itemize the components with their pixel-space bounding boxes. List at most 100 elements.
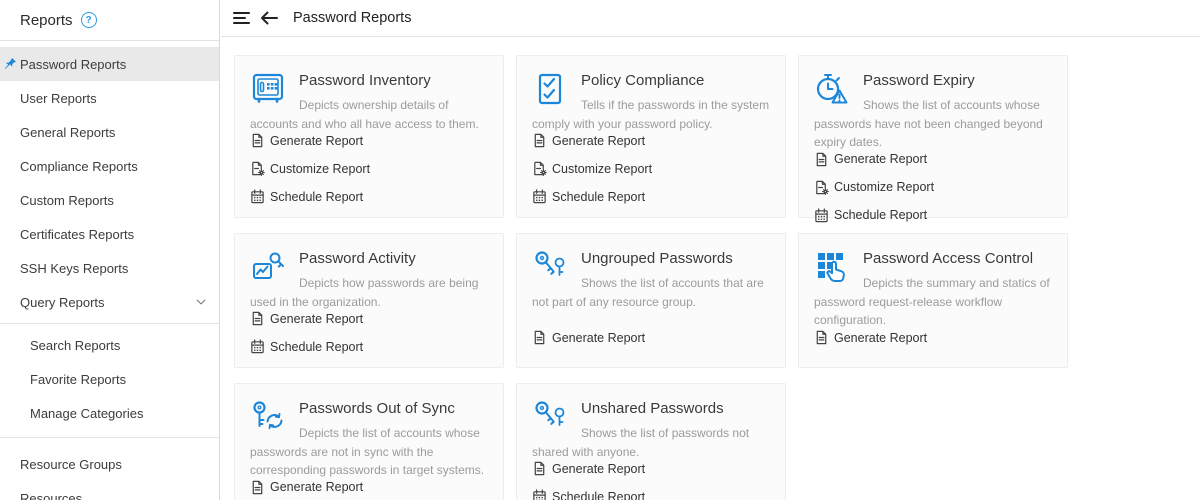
customize-report-icon: [814, 180, 829, 195]
pin-icon: [4, 57, 17, 73]
report-card: Password Access Control Depicts the summ…: [798, 233, 1068, 368]
sidebar-item-label: SSH Keys Reports: [20, 260, 129, 276]
page-title: Password Reports: [293, 10, 412, 26]
sidebar-item-password-reports[interactable]: Password Reports: [0, 47, 219, 81]
generate-report-icon: [532, 461, 547, 476]
sidebar-divider: [0, 323, 219, 324]
card-actions: Generate Report Customize Report Schedul…: [814, 152, 1052, 223]
reports-page: Reports ? Password Reports User Reports …: [0, 0, 1200, 500]
sidebar-item-custom-reports[interactable]: Custom Reports: [0, 183, 219, 217]
sidebar-item-search-reports[interactable]: Search Reports: [0, 328, 219, 362]
action-label: Schedule Report: [552, 189, 646, 204]
generate-report-link[interactable]: Generate Report: [814, 330, 927, 345]
sidebar-nav: Password Reports User Reports General Re…: [0, 41, 219, 500]
sidebar-item-label: Resource Groups: [20, 456, 122, 472]
generate-report-link[interactable]: Generate Report: [250, 311, 363, 326]
generate-report-link[interactable]: Generate Report: [250, 480, 363, 495]
sidebar-item-general-reports[interactable]: General Reports: [0, 115, 219, 149]
action-label: Generate Report: [552, 461, 646, 476]
reports-sidebar: Reports ? Password Reports User Reports …: [0, 0, 220, 500]
report-card: Ungrouped Passwords Shows the list of ac…: [516, 233, 786, 368]
generate-report-icon: [814, 152, 829, 167]
sidebar-item-certificates-reports[interactable]: Certificates Reports: [0, 217, 219, 251]
schedule-report-link[interactable]: Schedule Report: [532, 489, 645, 500]
schedule-report-icon: [532, 189, 547, 204]
customize-report-link[interactable]: Customize Report: [532, 161, 652, 177]
generate-report-icon: [250, 480, 265, 495]
card-actions: Generate Report: [532, 330, 770, 345]
generate-report-link[interactable]: Generate Report: [532, 133, 645, 148]
sidebar-item-label: Resources: [20, 490, 83, 500]
generate-report-link[interactable]: Generate Report: [250, 133, 363, 148]
sidebar-item-favorite-reports[interactable]: Favorite Reports: [0, 362, 219, 396]
help-circle-icon[interactable]: ?: [80, 12, 97, 28]
sidebar-item-label: General Reports: [20, 124, 116, 140]
sidebar-item-manage-categories[interactable]: Manage Categories: [0, 396, 219, 430]
action-label: Generate Report: [270, 480, 364, 495]
schedule-report-link[interactable]: Schedule Report: [814, 208, 927, 223]
action-label: Generate Report: [552, 133, 646, 148]
menu-icon[interactable]: [233, 12, 250, 24]
main-panel: Password Reports Password Inventory Depi…: [221, 0, 1200, 500]
action-label: Generate Report: [834, 152, 928, 167]
sidebar-header: Reports ?: [0, 0, 219, 41]
activity-key-icon: [250, 249, 286, 285]
sidebar-item-label: Certificates Reports: [20, 226, 135, 242]
sidebar-item-compliance-reports[interactable]: Compliance Reports: [0, 149, 219, 183]
card-text: Passwords Out of Sync Depicts the list o…: [250, 398, 488, 480]
action-label: Customize Report: [270, 161, 371, 176]
card-actions: Generate Report Customize Report Schedul…: [250, 133, 488, 204]
action-label: Schedule Report: [270, 339, 364, 354]
schedule-report-link[interactable]: Schedule Report: [250, 189, 363, 204]
report-card: Password Activity Depicts how passwords …: [234, 233, 504, 368]
generate-report-icon: [532, 330, 547, 345]
sidebar-item-label: Favorite Reports: [30, 371, 127, 387]
schedule-report-link[interactable]: Schedule Report: [250, 339, 363, 354]
sidebar-item-user-reports[interactable]: User Reports: [0, 81, 219, 115]
customize-report-link[interactable]: Customize Report: [814, 180, 934, 195]
safe-icon: [250, 71, 286, 107]
action-label: Generate Report: [270, 133, 364, 148]
schedule-report-icon: [250, 339, 265, 354]
sidebar-item-ssh-keys-reports[interactable]: SSH Keys Reports: [0, 251, 219, 285]
customize-report-icon: [532, 161, 547, 177]
generate-report-link[interactable]: Generate Report: [532, 461, 645, 476]
generate-report-link[interactable]: Generate Report: [814, 152, 927, 167]
generate-report-icon: [250, 133, 265, 148]
sidebar-item-label: Compliance Reports: [20, 158, 138, 174]
main-header: Password Reports: [221, 0, 1200, 37]
sidebar-item-label: Manage Categories: [30, 405, 144, 421]
card-actions: Generate Report Customize Report Schedul…: [532, 133, 770, 204]
sidebar-title: Reports: [20, 11, 73, 29]
card-text: Policy Compliance Tells if the passwords…: [532, 70, 770, 133]
report-card: Password Expiry Shows the list of accoun…: [798, 55, 1068, 222]
card-text: Password Inventory Depicts ownership det…: [250, 70, 488, 133]
action-label: Schedule Report: [834, 208, 928, 223]
customize-report-link[interactable]: Customize Report: [250, 161, 371, 177]
sidebar-item-label: Search Reports: [30, 337, 121, 353]
action-label: Schedule Report: [270, 189, 364, 204]
action-label: Generate Report: [834, 330, 928, 345]
generate-report-icon: [250, 311, 265, 326]
card-actions: Generate Report Schedule Report: [250, 480, 488, 500]
customize-report-icon: [250, 161, 265, 177]
sidebar-item-label: Custom Reports: [20, 192, 114, 208]
schedule-report-icon: [250, 189, 265, 204]
card-text: Ungrouped Passwords Shows the list of ac…: [532, 248, 770, 330]
back-arrow-icon[interactable]: [259, 10, 279, 26]
card-text: Unshared Passwords Shows the list of pas…: [532, 398, 770, 461]
action-label: Generate Report: [552, 330, 646, 345]
generate-report-link[interactable]: Generate Report: [532, 330, 645, 345]
policy-checklist-icon: [532, 71, 568, 107]
keys-icon: [532, 249, 568, 285]
report-card: Unshared Passwords Shows the list of pas…: [516, 383, 786, 500]
sidebar-item-resource-groups[interactable]: Resource Groups: [0, 447, 219, 481]
sidebar-item-query-reports[interactable]: Query Reports: [0, 285, 219, 319]
sidebar-item-resources[interactable]: Resources: [0, 481, 219, 500]
sidebar-item-label: Password Reports: [20, 56, 127, 72]
access-control-icon: [814, 249, 850, 285]
report-cards-grid: Password Inventory Depicts ownership det…: [221, 37, 1200, 500]
card-actions: Generate Report: [814, 330, 1052, 345]
schedule-report-icon: [532, 489, 547, 500]
schedule-report-link[interactable]: Schedule Report: [532, 189, 645, 204]
